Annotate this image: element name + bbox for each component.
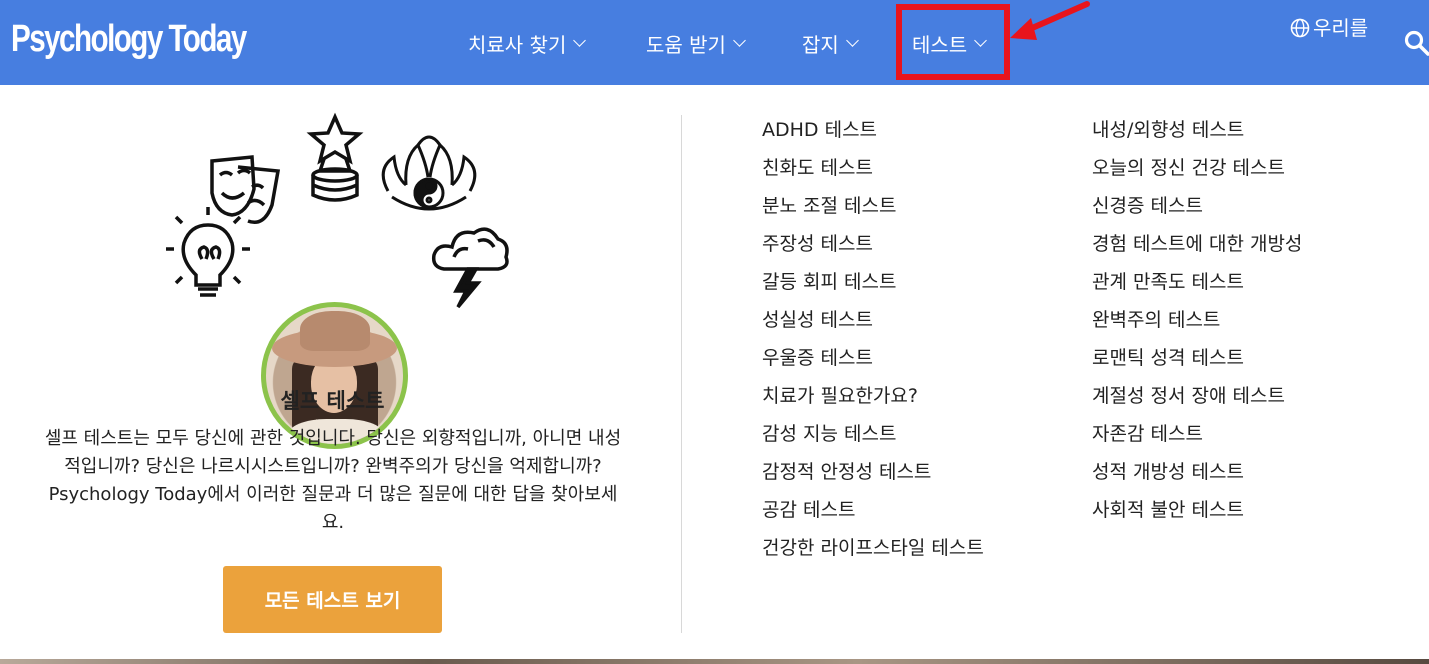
test-link[interactable]: 주장성 테스트: [762, 229, 984, 267]
test-link[interactable]: 감성 지능 테스트: [762, 419, 984, 457]
test-link[interactable]: 성실성 테스트: [762, 305, 984, 343]
nav-label: 치료사 찾기: [468, 32, 567, 57]
test-link[interactable]: ADHD 테스트: [762, 115, 984, 153]
test-link[interactable]: 신경증 테스트: [1092, 191, 1302, 229]
test-link[interactable]: 감정적 안정성 테스트: [762, 457, 984, 495]
view-all-tests-button[interactable]: 모든 테스트 보기: [223, 566, 442, 633]
globe-icon: [1290, 18, 1310, 38]
site-logo[interactable]: Psychology Today: [11, 18, 247, 61]
self-test-panel: 셀프 테스트 셀프 테스트는 모두 당신에 관한 것입니다. 당신은 외향적입니…: [0, 85, 680, 664]
nav-get-help[interactable]: 도움 받기: [646, 28, 746, 58]
test-link[interactable]: 공감 테스트: [762, 495, 984, 533]
highlight-box-annotation: [896, 4, 1010, 80]
language-label: 우리를: [1313, 16, 1369, 40]
storm-cloud-icon: [431, 227, 509, 309]
test-link[interactable]: 완벽주의 테스트: [1092, 305, 1302, 343]
test-link[interactable]: 오늘의 정신 건강 테스트: [1092, 153, 1302, 191]
test-link[interactable]: 건강한 라이프스타일 테스트: [762, 533, 984, 571]
nav-label: 잡지: [802, 32, 839, 57]
lightbulb-icon: [166, 207, 250, 297]
tests-column-1: ADHD 테스트 친화도 테스트 분노 조절 테스트 주장성 테스트 갈등 회피…: [762, 115, 984, 571]
test-link[interactable]: 내성/외향성 테스트: [1092, 115, 1302, 153]
nav-find-therapist[interactable]: 치료사 찾기: [468, 28, 587, 58]
lotus-yin-yang-icon: [381, 135, 477, 211]
test-link[interactable]: 관계 만족도 테스트: [1092, 267, 1302, 305]
self-test-description: 셀프 테스트는 모두 당신에 관한 것입니다. 당신은 외향적입니까, 아니면 …: [44, 428, 622, 533]
chevron-down-icon: [845, 34, 859, 47]
search-icon[interactable]: [1404, 30, 1429, 56]
test-link[interactable]: 성적 개방성 테스트: [1092, 457, 1302, 495]
red-arrow-annotation: [1010, 1, 1090, 40]
tests-column-2: 내성/외향성 테스트 오늘의 정신 건강 테스트 신경증 테스트 경험 테스트에…: [1092, 115, 1302, 533]
test-link[interactable]: 갈등 회피 테스트: [762, 267, 984, 305]
chevron-down-icon: [733, 34, 746, 47]
test-link[interactable]: 분노 조절 테스트: [762, 191, 984, 229]
page-content-edge: [0, 659, 1429, 664]
test-link[interactable]: 우울증 테스트: [762, 343, 984, 381]
nav-label: 도움 받기: [646, 32, 726, 57]
test-link[interactable]: 계절성 정서 장애 테스트: [1092, 381, 1302, 419]
test-link[interactable]: 친화도 테스트: [762, 153, 984, 191]
theater-masks-icon: [210, 155, 281, 224]
chevron-down-icon: [573, 34, 587, 47]
self-test-title: 셀프 테스트: [280, 389, 385, 413]
panel-divider: [681, 115, 682, 633]
top-navigation-bar: Psychology Today 치료사 찾기 도움 받기 잡지 테스트 우리를: [0, 0, 1429, 85]
test-link[interactable]: 자존감 테스트: [1092, 419, 1302, 457]
test-link[interactable]: 사회적 불안 테스트: [1092, 495, 1302, 533]
test-link[interactable]: 경험 테스트에 대한 개방성: [1092, 229, 1302, 267]
star-trophy-icon: [306, 112, 364, 202]
test-link[interactable]: 로맨틱 성격 테스트: [1092, 343, 1302, 381]
nav-magazine[interactable]: 잡지: [802, 28, 859, 58]
test-link[interactable]: 치료가 필요한가요?: [762, 381, 984, 419]
language-selector[interactable]: 우리를: [1290, 14, 1372, 43]
